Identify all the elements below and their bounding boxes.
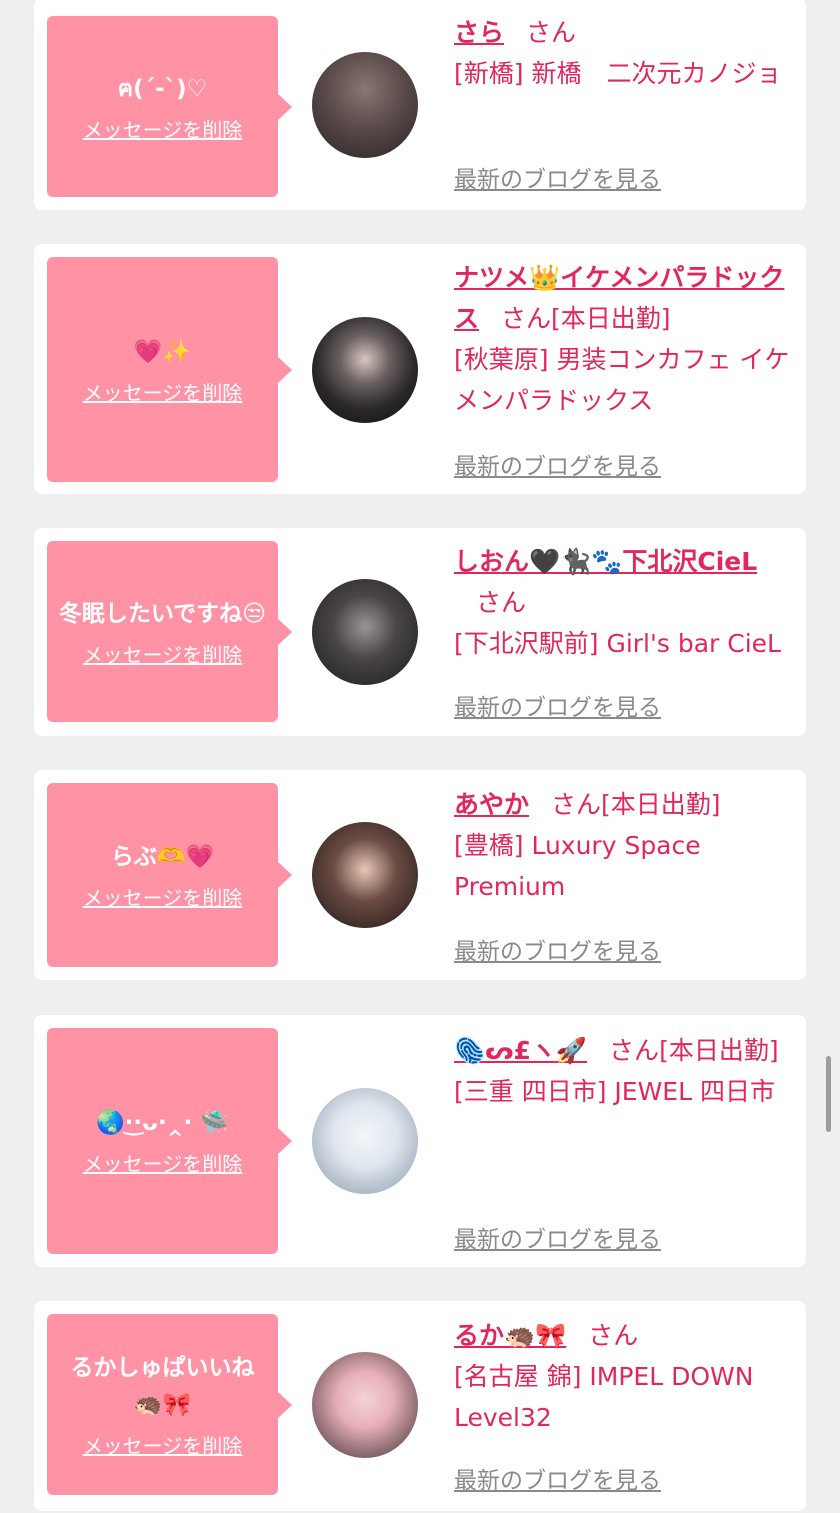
latest-blog-link[interactable]: 最新のブログを見る (454, 447, 661, 481)
honorific: さん (526, 18, 577, 47)
message-text: 💗✨ (133, 338, 192, 365)
avatar[interactable] (312, 579, 418, 685)
message-text: らぶ🫶💗 (110, 844, 215, 870)
honorific: さん (609, 1036, 660, 1065)
scrollbar[interactable] (826, 1056, 831, 1132)
honorific: さん (501, 304, 552, 333)
today-badge: [本日出勤] (659, 1036, 779, 1065)
message-bubble: ฅ(´-`)♡ メッセージを削除 (47, 16, 292, 197)
cast-name-link[interactable]: しおん🖤🐈‍⬛🐾下北沢CieL (454, 547, 757, 576)
avatar[interactable] (312, 1352, 418, 1458)
follow-card: るかしゅぱいいね🦔🎀 メッセージを削除 るか🦔🎀 さん [名古屋 錦] IMPEL… (34, 1301, 806, 1511)
cast-name-link[interactable]: るか🦔🎀 (454, 1321, 566, 1350)
latest-blog-link[interactable]: 最新のブログを見る (454, 932, 661, 966)
delete-message-link[interactable]: メッセージを削除 (83, 882, 243, 911)
latest-blog-link[interactable]: 最新のブログを見る (454, 1220, 661, 1254)
cast-name-link[interactable]: さら (454, 18, 504, 47)
delete-message-link[interactable]: メッセージを削除 (83, 114, 243, 143)
honorific: さん (551, 790, 602, 819)
today-badge: [本日出勤] (601, 790, 721, 819)
honorific: さん (476, 588, 527, 617)
message-bubble: 🌏·͜·ᴗ·‸· 🛸 メッセージを削除 (47, 1028, 292, 1254)
shop-info: [下北沢駅前] Girl's bar CieL (454, 629, 781, 658)
latest-blog-link[interactable]: 最新のブログを見る (454, 1461, 661, 1495)
cast-name-link[interactable]: あやか (454, 790, 529, 819)
delete-message-link[interactable]: メッセージを削除 (83, 377, 243, 406)
shop-info: [三重 四日市] JEWEL 四日市 (454, 1077, 775, 1106)
latest-blog-link[interactable]: 最新のブログを見る (454, 688, 661, 722)
follow-card: らぶ🫶💗 メッセージを削除 あやか さん[本日出勤] [豊橋] Luxury Sp… (34, 770, 806, 980)
cast-info: あやか さん[本日出勤] [豊橋] Luxury Space Premium (454, 784, 792, 907)
shop-info: [豊橋] Luxury Space Premium (454, 831, 701, 901)
message-text: 冬眠したいですね😒 (58, 600, 267, 627)
honorific: さん (588, 1321, 639, 1350)
shop-info: [秋葉原] 男装コンカフェ イケメンパラドックス (454, 345, 790, 415)
message-bubble: るかしゅぱいいね🦔🎀 メッセージを削除 (47, 1314, 292, 1495)
avatar[interactable] (312, 822, 418, 928)
follow-card: 🌏·͜·ᴗ·‸· 🛸 メッセージを削除 🫆ᔕ£ヽ🚀 さん[本日出勤] [三重 四日… (34, 1015, 806, 1267)
delete-message-link[interactable]: メッセージを削除 (83, 1430, 243, 1459)
message-text: るかしゅぱいいね🦔🎀 (70, 1355, 255, 1418)
shop-info: [新橋] 新橋 二次元カノジョ (454, 59, 782, 88)
cast-info: るか🦔🎀 さん [名古屋 錦] IMPEL DOWN Level32 (454, 1315, 792, 1438)
follow-card: ฅ(´-`)♡ メッセージを削除 さら さん [新橋] 新橋 二次元カノジョ 最新… (34, 0, 806, 210)
latest-blog-link[interactable]: 最新のブログを見る (454, 160, 661, 194)
message-bubble: らぶ🫶💗 メッセージを削除 (47, 783, 292, 967)
shop-info: [名古屋 錦] IMPEL DOWN Level32 (454, 1362, 754, 1432)
delete-message-link[interactable]: メッセージを削除 (83, 1148, 243, 1177)
message-bubble: 💗✨ メッセージを削除 (47, 257, 292, 482)
message-text: ฅ(´-`)♡ (117, 75, 208, 102)
delete-message-link[interactable]: メッセージを削除 (83, 639, 243, 668)
cast-info: さら さん [新橋] 新橋 二次元カノジョ (454, 12, 792, 94)
cast-info: 🫆ᔕ£ヽ🚀 さん[本日出勤] [三重 四日市] JEWEL 四日市 (454, 1030, 792, 1112)
cast-name-link[interactable]: 🫆ᔕ£ヽ🚀 (454, 1036, 587, 1065)
message-text: 🌏·͜·ᴗ·‸· 🛸 (96, 1110, 229, 1136)
avatar[interactable] (312, 317, 418, 423)
follow-card: 冬眠したいですね😒 メッセージを削除 しおん🖤🐈‍⬛🐾下北沢CieL さん [下北… (34, 528, 806, 736)
cast-info: しおん🖤🐈‍⬛🐾下北沢CieL さん [下北沢駅前] Girl's bar Cie… (454, 541, 792, 664)
avatar[interactable] (312, 1088, 418, 1194)
follow-card: 💗✨ メッセージを削除 ナツメ👑イケメンパラドックス さん[本日出勤] [秋葉原]… (34, 244, 806, 494)
message-bubble: 冬眠したいですね😒 メッセージを削除 (47, 541, 292, 722)
cast-info: ナツメ👑イケメンパラドックス さん[本日出勤] [秋葉原] 男装コンカフェ イケメ… (454, 257, 792, 421)
today-badge: [本日出勤] (551, 304, 671, 333)
avatar[interactable] (312, 52, 418, 158)
